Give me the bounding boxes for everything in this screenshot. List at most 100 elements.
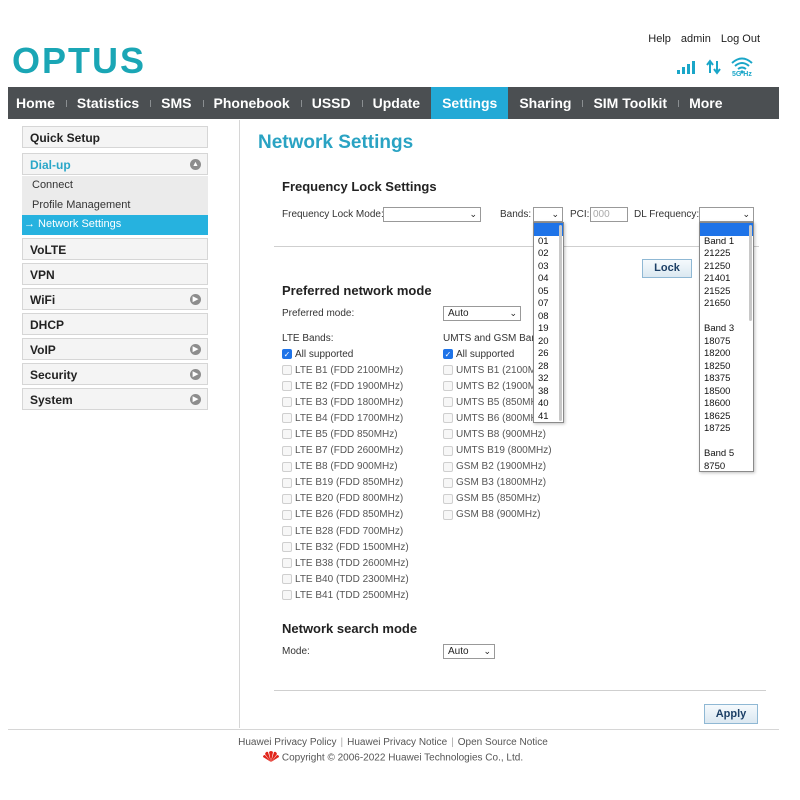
dropdown-option[interactable]: 18625 <box>700 411 753 424</box>
nav-sim-toolkit[interactable]: SIM Toolkit <box>582 87 678 119</box>
checkbox-icon[interactable] <box>282 526 292 536</box>
lte-band-checkbox[interactable]: LTE B2 (FDD 1900MHz) <box>282 379 403 393</box>
checkbox-icon[interactable] <box>282 493 292 504</box>
lte-band-checkbox[interactable]: LTE B3 (FDD 1800MHz) <box>282 395 403 409</box>
nav-update[interactable]: Update <box>361 87 431 119</box>
checkbox-icon[interactable] <box>443 413 453 424</box>
lte-band-checkbox[interactable]: LTE B32 (FDD 1500MHz) <box>282 540 409 554</box>
umts-gsm-band-checkbox[interactable]: GSM B3 (1800MHz) <box>443 476 546 490</box>
lte-band-checkbox[interactable]: LTE B41 (TDD 2500MHz) <box>282 588 409 602</box>
freq-lock-mode-select[interactable]: ⌄ <box>383 207 481 222</box>
lte-all-supported[interactable]: ✓ All supported <box>282 347 353 361</box>
lte-band-checkbox[interactable]: LTE B19 (FDD 850MHz) <box>282 476 403 490</box>
checkbox-icon[interactable] <box>443 445 453 456</box>
nav-more[interactable]: More <box>678 87 733 119</box>
sidebar-sub-connect[interactable]: Connect <box>22 176 208 196</box>
nav-sharing[interactable]: Sharing <box>508 87 582 119</box>
checkbox-icon[interactable] <box>282 381 292 392</box>
nav-statistics[interactable]: Statistics <box>65 87 150 119</box>
sidebar-item-system[interactable]: System ▶ <box>22 387 208 410</box>
umts-gsm-band-checkbox[interactable]: GSM B2 (1900MHz) <box>443 460 546 474</box>
checkbox-icon[interactable] <box>282 590 292 601</box>
lte-band-checkbox[interactable]: LTE B38 (TDD 2600MHz) <box>282 556 409 570</box>
checkbox-icon[interactable] <box>282 397 292 408</box>
umts-gsm-band-checkbox[interactable]: UMTS B8 (900MHz) <box>443 427 546 441</box>
lte-band-checkbox[interactable]: LTE B4 (FDD 1700MHz) <box>282 411 403 425</box>
dropdown-option[interactable]: Band 1 <box>700 236 753 249</box>
nav-home[interactable]: Home <box>8 87 66 119</box>
checkbox-icon[interactable] <box>282 558 292 569</box>
scrollbar[interactable] <box>749 225 752 321</box>
open-source-notice-link[interactable]: Open Source Notice <box>458 737 548 748</box>
checkbox-icon[interactable] <box>443 397 453 408</box>
dl-frequency-select[interactable]: ⌄ <box>699 207 754 222</box>
umts-all-supported[interactable]: ✓ All supported <box>443 347 514 361</box>
dropdown-option[interactable]: 18075 <box>700 336 753 349</box>
checkbox-checked-icon[interactable]: ✓ <box>282 349 292 359</box>
checkbox-icon[interactable] <box>443 429 453 440</box>
umts-gsm-band-checkbox[interactable]: GSM B5 (850MHz) <box>443 492 540 506</box>
dropdown-option[interactable]: 21225 <box>700 248 753 261</box>
nav-ussd[interactable]: USSD <box>300 87 362 119</box>
search-mode-select[interactable]: Auto ⌄ <box>443 644 495 659</box>
sidebar-item-wifi[interactable]: WiFi ▶ <box>22 287 208 310</box>
nav-phonebook[interactable]: Phonebook <box>202 87 301 119</box>
lte-band-checkbox[interactable]: LTE B5 (FDD 850MHz) <box>282 427 398 441</box>
dropdown-option[interactable]: 21250 <box>700 261 753 274</box>
admin-link[interactable]: admin <box>681 33 711 45</box>
dropdown-option[interactable]: 8750 <box>700 461 753 472</box>
umts-gsm-band-checkbox[interactable]: UMTS B1 (2100M <box>443 363 536 377</box>
dropdown-option[interactable] <box>700 436 753 449</box>
checkbox-icon[interactable] <box>282 509 292 520</box>
dropdown-option[interactable]: 21650 <box>700 298 753 311</box>
dropdown-option[interactable] <box>700 223 753 236</box>
dropdown-option[interactable]: 18500 <box>700 386 753 399</box>
checkbox-icon[interactable] <box>282 461 292 472</box>
checkbox-icon[interactable] <box>443 461 453 472</box>
sidebar-item-dhcp[interactable]: DHCP <box>22 312 208 335</box>
sidebar-sub-network-settings[interactable]: → Network Settings <box>22 215 208 235</box>
sidebar-item-vpn[interactable]: VPN <box>22 262 208 285</box>
checkbox-icon[interactable] <box>282 413 292 424</box>
lte-band-checkbox[interactable]: LTE B8 (FDD 900MHz) <box>282 460 398 474</box>
dropdown-option[interactable]: 21525 <box>700 286 753 299</box>
checkbox-icon[interactable] <box>443 493 453 504</box>
checkbox-icon[interactable] <box>443 477 453 488</box>
umts-gsm-band-checkbox[interactable]: UMTS B5 (850MH <box>443 395 538 409</box>
sidebar-sub-profile-management[interactable]: Profile Management <box>22 195 208 215</box>
checkbox-icon[interactable] <box>282 542 292 553</box>
checkbox-icon[interactable] <box>282 365 292 375</box>
lock-button[interactable]: Lock <box>642 259 692 278</box>
apply-button[interactable]: Apply <box>704 704 758 724</box>
pci-input[interactable]: 000 <box>590 207 628 222</box>
sidebar-item-quick-setup[interactable]: Quick Setup <box>22 126 208 148</box>
dropdown-option[interactable]: 18375 <box>700 373 753 386</box>
lte-band-checkbox[interactable]: LTE B7 (FDD 2600MHz) <box>282 444 403 458</box>
dropdown-option[interactable]: 18250 <box>700 361 753 374</box>
bands-select[interactable]: ⌄ <box>533 207 563 222</box>
lte-band-checkbox[interactable]: LTE B40 (TDD 2300MHz) <box>282 572 409 586</box>
umts-gsm-band-checkbox[interactable]: UMTS B2 (1900M <box>443 379 536 393</box>
dropdown-option[interactable]: 18725 <box>700 423 753 436</box>
checkbox-icon[interactable] <box>443 381 453 392</box>
preferred-mode-select[interactable]: Auto ⌄ <box>443 306 521 321</box>
sidebar-item-security[interactable]: Security ▶ <box>22 362 208 385</box>
help-link[interactable]: Help <box>648 33 671 45</box>
lte-band-checkbox[interactable]: LTE B28 (FDD 700MHz) <box>282 524 403 538</box>
checkbox-icon[interactable] <box>443 365 453 375</box>
scrollbar[interactable] <box>559 225 562 421</box>
lte-band-checkbox[interactable]: LTE B20 (FDD 800MHz) <box>282 492 403 506</box>
umts-gsm-band-checkbox[interactable]: UMTS B19 (800MHz) <box>443 444 552 458</box>
sidebar-item-volte[interactable]: VoLTE <box>22 237 208 260</box>
nav-settings[interactable]: Settings <box>431 87 509 119</box>
privacy-policy-link[interactable]: Huawei Privacy Policy <box>238 737 336 748</box>
checkbox-icon[interactable] <box>282 574 292 585</box>
dropdown-option[interactable]: Band 3 <box>700 323 753 336</box>
logout-link[interactable]: Log Out <box>721 33 760 45</box>
checkbox-icon[interactable] <box>443 509 453 520</box>
dropdown-option[interactable]: 18600 <box>700 398 753 411</box>
checkbox-checked-icon[interactable]: ✓ <box>443 349 453 359</box>
umts-gsm-band-checkbox[interactable]: UMTS B6 (800MH <box>443 411 538 425</box>
dropdown-option[interactable]: Band 5 <box>700 448 753 461</box>
lte-band-checkbox[interactable]: LTE B26 (FDD 850MHz) <box>282 508 403 522</box>
